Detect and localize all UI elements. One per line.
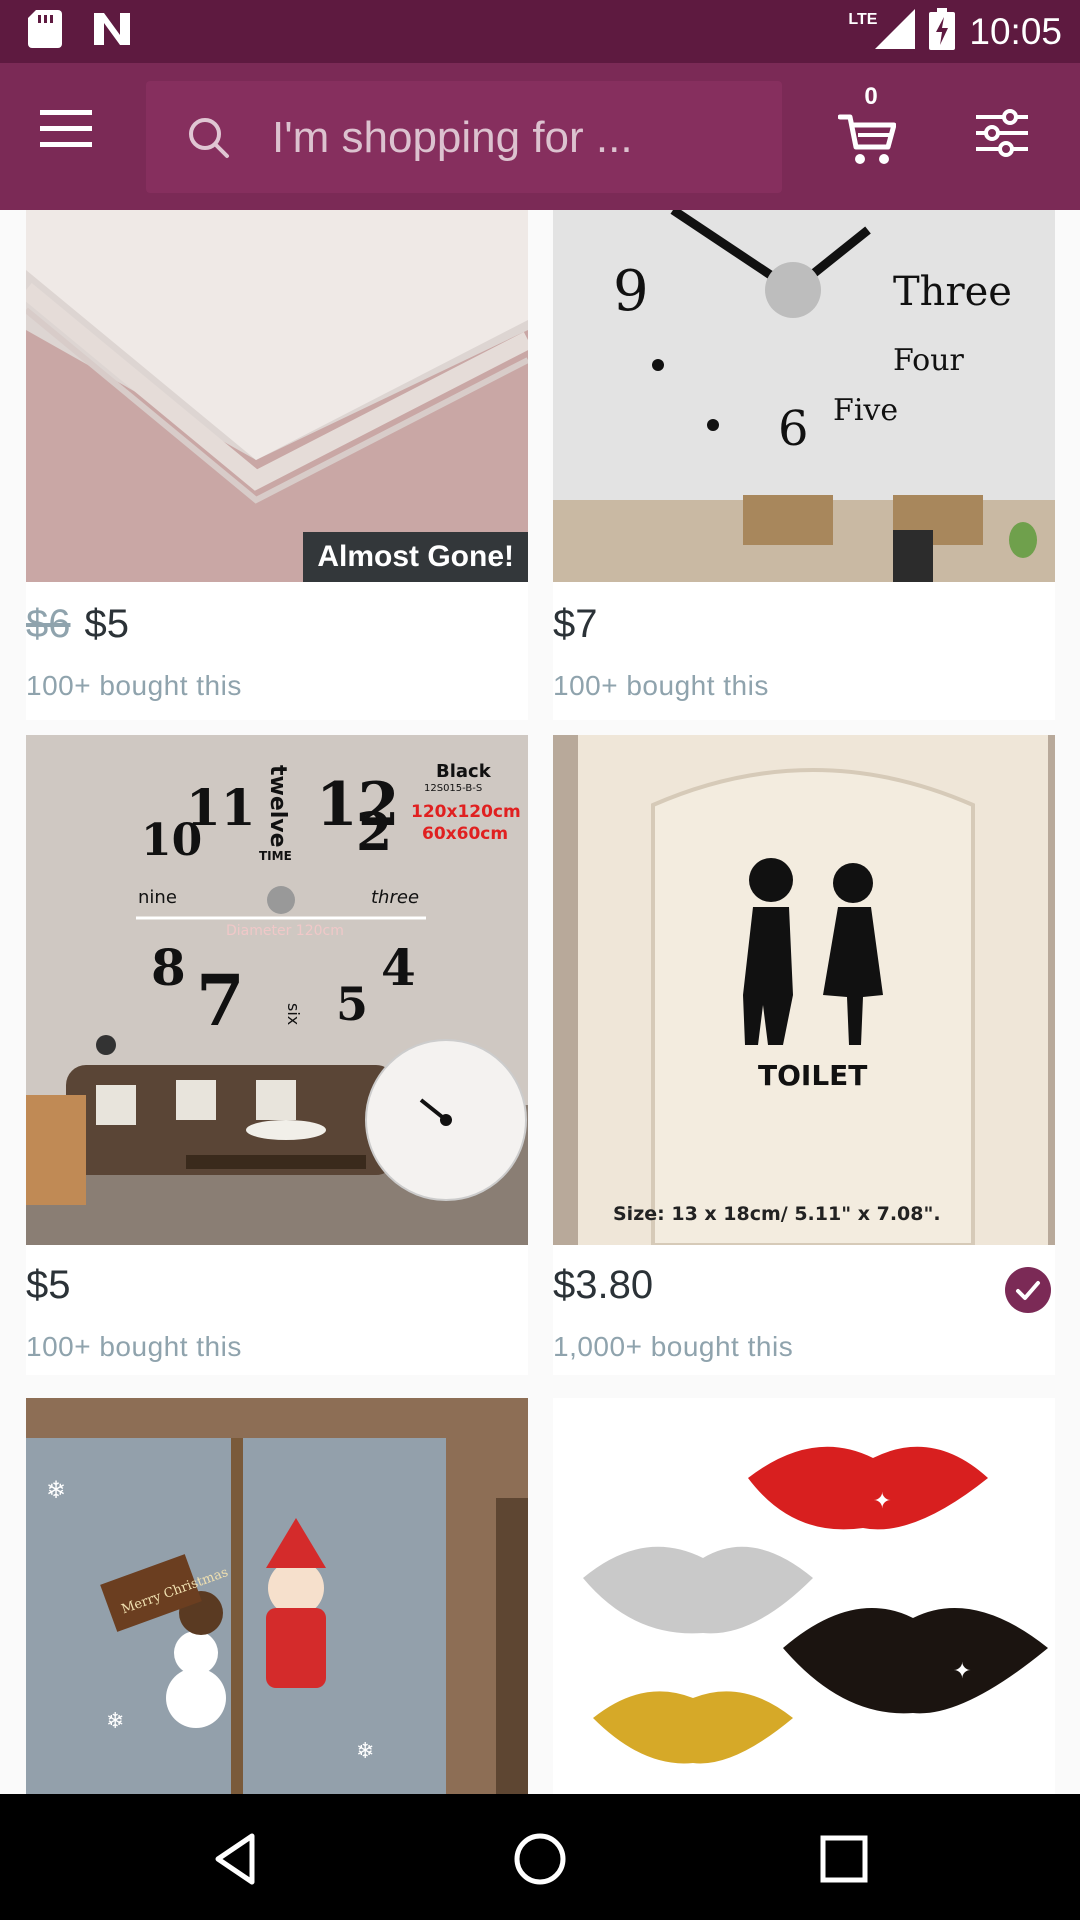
recents-square-icon [820, 1835, 868, 1883]
product-image: 11 12 10 2 8 4 7 5 twelve nine three TIM… [26, 735, 528, 1245]
clock-word: Four [893, 343, 965, 378]
product-image: ✦ ✦ [553, 1398, 1055, 1794]
variant-label: Black [436, 761, 492, 782]
status-bar: LTE 10:05 [0, 0, 1080, 63]
product-image: 9 Three Four 6 Five [553, 210, 1055, 582]
diameter-label: Diameter 120cm [226, 923, 344, 939]
search-input[interactable] [270, 105, 754, 171]
system-nav-bar [0, 1794, 1080, 1920]
almost-gone-badge: Almost Gone! [303, 532, 528, 582]
clock-numeral: 9 [613, 259, 649, 324]
filter-sliders-icon [976, 109, 1028, 157]
svg-text:❄: ❄ [46, 1477, 66, 1504]
home-button[interactable] [505, 1824, 575, 1894]
home-circle-icon [514, 1833, 566, 1885]
price-row: $7 [553, 602, 598, 647]
clock-numeral: 8 [151, 938, 186, 997]
product-card[interactable]: Merry Christmas ❄ ❄ ❄ [26, 1398, 528, 1794]
price: $5 [84, 602, 130, 646]
size-label: 60x60cm [422, 824, 508, 844]
product-card[interactable]: ✦ ✦ [553, 1398, 1055, 1794]
original-price: $6 [26, 602, 71, 646]
product-card[interactable]: Almost Gone! $6 $5 100+ bought this [26, 210, 528, 720]
notification-n-icon [92, 11, 132, 52]
clock-word: six [284, 1003, 303, 1025]
clock-numeral: 6 [778, 401, 809, 457]
toilet-label: TOILET [758, 1059, 867, 1092]
clock-word: twelve [265, 765, 290, 848]
signal-icon [875, 9, 916, 54]
price-row: $3.80 [553, 1263, 653, 1308]
clock-numeral: 2 [356, 802, 392, 863]
product-image: Merry Christmas ❄ ❄ ❄ [26, 1398, 528, 1794]
clock-word: nine [138, 887, 177, 908]
price-row: $5 [26, 1263, 71, 1308]
clock-word: TIME [259, 849, 292, 863]
svg-text:✦: ✦ [873, 1488, 891, 1513]
sd-card-icon [28, 10, 62, 53]
product-card[interactable]: TOILET Size: 13 x 18cm/ 5.11" x 7.08". $… [553, 735, 1055, 1375]
size-label: 120x120cm [411, 802, 521, 822]
price: $5 [26, 1263, 71, 1307]
battery-charging-icon [929, 8, 956, 55]
product-image: TOILET Size: 13 x 18cm/ 5.11" x 7.08". [553, 735, 1055, 1245]
clock-numeral: 10 [141, 815, 202, 866]
bought-count: 100+ bought this [26, 1331, 242, 1362]
clock-numeral: 4 [381, 938, 416, 997]
svg-text:❄: ❄ [356, 1738, 374, 1763]
clock: 10:05 [969, 10, 1062, 52]
svg-text:✦: ✦ [953, 1658, 971, 1683]
menu-button[interactable] [40, 108, 100, 164]
product-image: Almost Gone! [26, 210, 528, 582]
clock-word: three [371, 887, 419, 908]
back-triangle-icon [215, 1833, 255, 1885]
filter-button[interactable] [976, 109, 1036, 165]
app-toolbar: 0 [0, 63, 1080, 210]
cart-icon [838, 114, 896, 164]
recents-button[interactable] [809, 1824, 879, 1894]
product-card[interactable]: 11 12 10 2 8 4 7 5 twelve nine three TIM… [26, 735, 528, 1375]
product-grid: Almost Gone! $6 $5 100+ bought this 9 Th… [0, 210, 1080, 1794]
wishlist-check-button[interactable] [1005, 1267, 1051, 1313]
price: $7 [553, 602, 598, 646]
search-icon [189, 118, 229, 158]
search-bar[interactable] [146, 81, 782, 193]
cart-button[interactable]: 0 [838, 83, 904, 183]
size-label: Size: 13 x 18cm/ 5.11" x 7.08". [613, 1203, 941, 1225]
bought-count: 1,000+ bought this [553, 1331, 794, 1362]
hamburger-icon [40, 110, 92, 147]
price-row: $6 $5 [26, 602, 129, 647]
price: $3.80 [553, 1263, 654, 1307]
bought-count: 100+ bought this [553, 670, 769, 701]
clock-word: Five [833, 393, 898, 428]
cart-count-badge: 0 [864, 83, 878, 110]
checkmark-icon [1016, 1281, 1040, 1300]
lte-label: LTE [848, 10, 878, 28]
bought-count: 100+ bought this [26, 670, 242, 701]
clock-numeral: 5 [336, 977, 368, 1031]
clock-numeral: 7 [196, 959, 245, 1042]
back-button[interactable] [200, 1824, 270, 1894]
clock-word: Three [893, 269, 1012, 315]
svg-text:❄: ❄ [106, 1708, 124, 1733]
product-card[interactable]: 9 Three Four 6 Five $7 100+ bought this [553, 210, 1055, 720]
sku-label: 12S015-B-S [424, 783, 482, 794]
